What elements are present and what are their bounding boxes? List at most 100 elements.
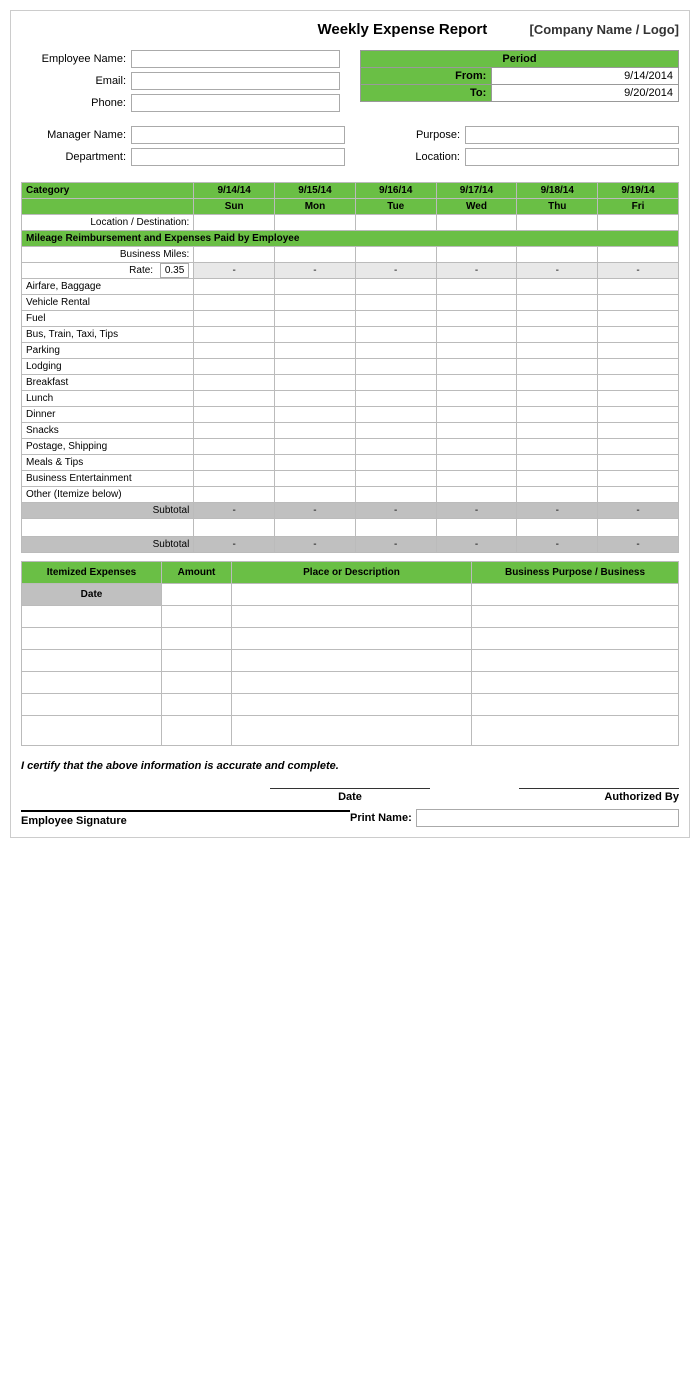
subtotal-fri: -	[598, 503, 679, 519]
from-value: 9/14/2014	[492, 68, 679, 85]
bottom-signature-row: Employee Signature Print Name:	[21, 809, 679, 827]
day-mon: Mon	[275, 199, 356, 215]
location-destination-label: Location / Destination:	[22, 215, 194, 231]
miles-sun[interactable]	[194, 247, 275, 263]
table-row: Bus, Train, Taxi, Tips	[22, 327, 679, 343]
subtotal-wed: -	[436, 503, 517, 519]
cat-airfare: Airfare, Baggage	[22, 279, 194, 295]
miles-tue[interactable]	[355, 247, 436, 263]
email-input[interactable]	[131, 72, 340, 90]
subtotal-label-1: Subtotal	[22, 503, 194, 519]
rate-fri: -	[598, 263, 679, 279]
table-row: Vehicle Rental	[22, 295, 679, 311]
miles-mon[interactable]	[275, 247, 356, 263]
rate-value: 0.35	[160, 263, 189, 278]
to-label: To:	[361, 85, 492, 102]
table-row: Postage, Shipping	[22, 439, 679, 455]
date-wed: 9/17/14	[436, 183, 517, 199]
employee-name-input[interactable]	[131, 50, 340, 68]
loc-wed[interactable]	[436, 215, 517, 231]
department-input[interactable]	[131, 148, 345, 166]
subtotal-tue: -	[355, 503, 436, 519]
itemized-header: Itemized Expenses	[22, 562, 162, 584]
authorized-label: Authorized By	[460, 791, 679, 803]
table-row: Lodging	[22, 359, 679, 375]
loc-thu[interactable]	[517, 215, 598, 231]
employee-sig-area	[21, 788, 240, 803]
table-row: Fuel	[22, 311, 679, 327]
manager-name-label: Manager Name:	[21, 129, 131, 141]
purpose-input[interactable]	[465, 126, 679, 144]
date-sig-line	[270, 788, 430, 789]
list-item	[22, 694, 679, 716]
authorized-sig-area: Authorized By	[460, 788, 679, 803]
table-row: Airfare, Baggage	[22, 279, 679, 295]
location-input[interactable]	[465, 148, 679, 166]
table-row: Meals & Tips	[22, 455, 679, 471]
authorized-sig-line	[519, 788, 679, 789]
loc-mon[interactable]	[275, 215, 356, 231]
itemized-expenses-table: Itemized Expenses Amount Place or Descri…	[21, 561, 679, 746]
cat-snacks: Snacks	[22, 423, 194, 439]
subtotal-mon: -	[275, 503, 356, 519]
table-row: Parking	[22, 343, 679, 359]
table-row: Dinner	[22, 407, 679, 423]
airfare-mon[interactable]	[275, 279, 356, 295]
certify-text: I certify that the above information is …	[21, 760, 679, 772]
purpose-header: Business Purpose / Business	[472, 562, 679, 584]
loc-tue[interactable]	[355, 215, 436, 231]
cat-postage: Postage, Shipping	[22, 439, 194, 455]
table-row: Other (Itemize below)	[22, 487, 679, 503]
day-thu: Thu	[517, 199, 598, 215]
signature-section: Date Authorized By	[21, 788, 679, 803]
date-tue: 9/16/14	[355, 183, 436, 199]
airfare-fri[interactable]	[598, 279, 679, 295]
airfare-thu[interactable]	[517, 279, 598, 295]
date-mon: 9/15/14	[275, 183, 356, 199]
rate-tue: -	[355, 263, 436, 279]
subtotal-sun: -	[194, 503, 275, 519]
print-name-label: Print Name:	[350, 812, 412, 824]
cat-breakfast: Breakfast	[22, 375, 194, 391]
date-fri: 9/19/14	[598, 183, 679, 199]
from-label: From:	[361, 68, 492, 85]
subtotal-row-1: Subtotal - - - - - -	[22, 503, 679, 519]
cat-parking: Parking	[22, 343, 194, 359]
table-row: Business Entertainment	[22, 471, 679, 487]
airfare-sun[interactable]	[194, 279, 275, 295]
day-fri: Fri	[598, 199, 679, 215]
table-row: Breakfast	[22, 375, 679, 391]
business-miles-label: Business Miles:	[22, 247, 194, 263]
miles-fri[interactable]	[598, 247, 679, 263]
expense-table: Category 9/14/14 9/15/14 9/16/14 9/17/14…	[21, 182, 679, 553]
report-title: Weekly Expense Report	[275, 21, 529, 38]
cat-lodging: Lodging	[22, 359, 194, 375]
cat-lunch: Lunch	[22, 391, 194, 407]
rate-label: Rate: 0.35	[22, 263, 194, 279]
list-item	[22, 606, 679, 628]
cat-dinner: Dinner	[22, 407, 194, 423]
airfare-tue[interactable]	[355, 279, 436, 295]
date-thu: 9/18/14	[517, 183, 598, 199]
cat-other: Other (Itemize below)	[22, 487, 194, 503]
date-sig-label: Date	[240, 791, 459, 803]
manager-name-input[interactable]	[131, 126, 345, 144]
mileage-section-header: Mileage Reimbursement and Expenses Paid …	[22, 231, 679, 247]
phone-input[interactable]	[131, 94, 340, 112]
subtotal-label-2: Subtotal	[22, 537, 194, 553]
loc-sun[interactable]	[194, 215, 275, 231]
table-row: Snacks	[22, 423, 679, 439]
print-name-input[interactable]	[416, 809, 679, 827]
miles-thu[interactable]	[517, 247, 598, 263]
place-header: Place or Description	[232, 562, 472, 584]
miles-wed[interactable]	[436, 247, 517, 263]
list-item	[22, 716, 679, 746]
loc-fri[interactable]	[598, 215, 679, 231]
subtotal-row-2: Subtotal - - - - - -	[22, 537, 679, 553]
purpose-label: Purpose:	[355, 129, 465, 141]
airfare-wed[interactable]	[436, 279, 517, 295]
cat-fuel: Fuel	[22, 311, 194, 327]
cat-bus: Bus, Train, Taxi, Tips	[22, 327, 194, 343]
rate-sun: -	[194, 263, 275, 279]
rate-mon: -	[275, 263, 356, 279]
